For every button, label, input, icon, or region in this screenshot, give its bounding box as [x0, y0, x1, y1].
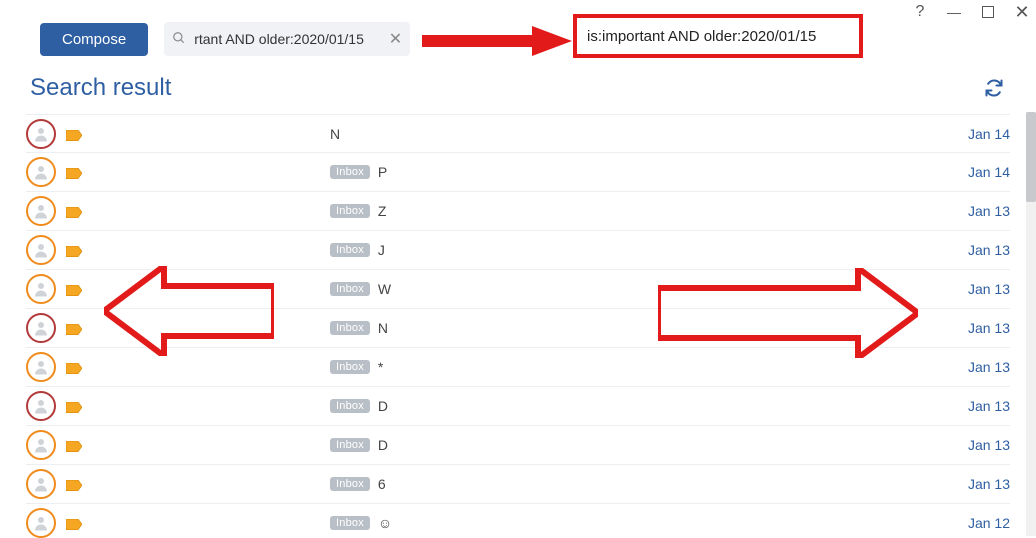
avatar	[26, 235, 56, 265]
search-icon	[172, 31, 186, 48]
message-row[interactable]: Inbox D Jan 13	[26, 387, 1010, 426]
message-content: N	[90, 126, 950, 142]
avatar	[26, 313, 56, 343]
message-date: Jan 14	[950, 164, 1010, 180]
message-content: Inbox Z	[90, 203, 950, 219]
message-content: Inbox ☺	[90, 515, 950, 531]
important-flag-icon	[66, 517, 82, 529]
message-row[interactable]: Inbox J Jan 13	[26, 231, 1010, 270]
message-subject: D	[378, 437, 388, 453]
message-content: Inbox 6	[90, 476, 950, 492]
clear-search-icon[interactable]: ✕	[389, 29, 402, 49]
search-box[interactable]: ✕	[164, 22, 410, 56]
message-content: Inbox P	[90, 164, 950, 180]
important-flag-icon	[66, 283, 82, 295]
page-title: Search result	[30, 74, 171, 102]
annotation-full-query: is:important AND older:2020/01/15	[587, 28, 816, 45]
maximize-button[interactable]	[980, 4, 996, 20]
message-date: Jan 12	[950, 515, 1010, 531]
inbox-badge: Inbox	[330, 243, 370, 257]
inbox-badge: Inbox	[330, 438, 370, 452]
avatar	[26, 391, 56, 421]
message-date: Jan 13	[950, 359, 1010, 375]
avatar	[26, 508, 56, 538]
inbox-badge: Inbox	[330, 204, 370, 218]
message-date: Jan 13	[950, 476, 1010, 492]
inbox-badge: Inbox	[330, 516, 370, 530]
important-flag-icon	[66, 128, 82, 140]
scrollbar[interactable]	[1026, 112, 1036, 536]
avatar	[26, 352, 56, 382]
refresh-button[interactable]	[984, 78, 1004, 101]
annotation-callout: is:important AND older:2020/01/15	[573, 14, 863, 58]
message-row[interactable]: Inbox 6 Jan 13	[26, 465, 1010, 504]
important-flag-icon	[66, 439, 82, 451]
important-flag-icon	[66, 322, 82, 334]
inbox-badge: Inbox	[330, 399, 370, 413]
help-button[interactable]: ?	[912, 4, 928, 20]
avatar	[26, 274, 56, 304]
message-date: Jan 13	[950, 281, 1010, 297]
message-date: Jan 13	[950, 242, 1010, 258]
message-subject: D	[378, 398, 388, 414]
important-flag-icon	[66, 244, 82, 256]
avatar	[26, 157, 56, 187]
important-flag-icon	[66, 400, 82, 412]
search-input[interactable]	[192, 30, 383, 48]
message-row[interactable]: Inbox P Jan 14	[26, 153, 1010, 192]
message-subject: Z	[378, 203, 387, 219]
message-date: Jan 13	[950, 398, 1010, 414]
message-row[interactable]: Inbox Z Jan 13	[26, 192, 1010, 231]
important-flag-icon	[66, 166, 82, 178]
inbox-badge: Inbox	[330, 321, 370, 335]
window-controls: ? — ✕	[912, 4, 1030, 20]
message-subject: N	[378, 320, 388, 336]
annotation-arrow-icon	[422, 26, 572, 56]
message-content: Inbox *	[90, 359, 950, 375]
avatar	[26, 430, 56, 460]
annotation-big-right-arrow-icon	[658, 268, 918, 358]
message-row[interactable]: Inbox D Jan 13	[26, 426, 1010, 465]
scrollbar-thumb[interactable]	[1026, 112, 1036, 202]
important-flag-icon	[66, 478, 82, 490]
message-subject: 6	[378, 476, 386, 492]
message-content: Inbox J	[90, 242, 950, 258]
avatar	[26, 119, 56, 149]
message-row[interactable]: Inbox ☺ Jan 12	[26, 504, 1010, 538]
close-button[interactable]: ✕	[1014, 4, 1030, 20]
message-subject: W	[378, 281, 391, 297]
message-subject: ☺	[378, 515, 392, 531]
message-date: Jan 13	[950, 437, 1010, 453]
message-subject: J	[378, 242, 385, 258]
inbox-badge: Inbox	[330, 360, 370, 374]
avatar	[26, 196, 56, 226]
message-date: Jan 14	[950, 126, 1010, 142]
toolbar: Compose ✕	[40, 22, 410, 56]
minimize-button[interactable]: —	[946, 4, 962, 20]
message-subject: P	[378, 164, 387, 180]
important-flag-icon	[66, 361, 82, 373]
inbox-badge: Inbox	[330, 165, 370, 179]
message-date: Jan 13	[950, 320, 1010, 336]
inbox-badge: Inbox	[330, 477, 370, 491]
message-content: Inbox D	[90, 437, 950, 453]
compose-button[interactable]: Compose	[40, 23, 148, 56]
message-content: Inbox D	[90, 398, 950, 414]
message-date: Jan 13	[950, 203, 1010, 219]
message-subject: *	[378, 359, 383, 375]
inbox-badge: Inbox	[330, 282, 370, 296]
avatar	[26, 469, 56, 499]
message-row[interactable]: N Jan 14	[26, 114, 1010, 153]
important-flag-icon	[66, 205, 82, 217]
message-subject: N	[330, 126, 340, 142]
annotation-big-left-arrow-icon	[104, 266, 274, 356]
